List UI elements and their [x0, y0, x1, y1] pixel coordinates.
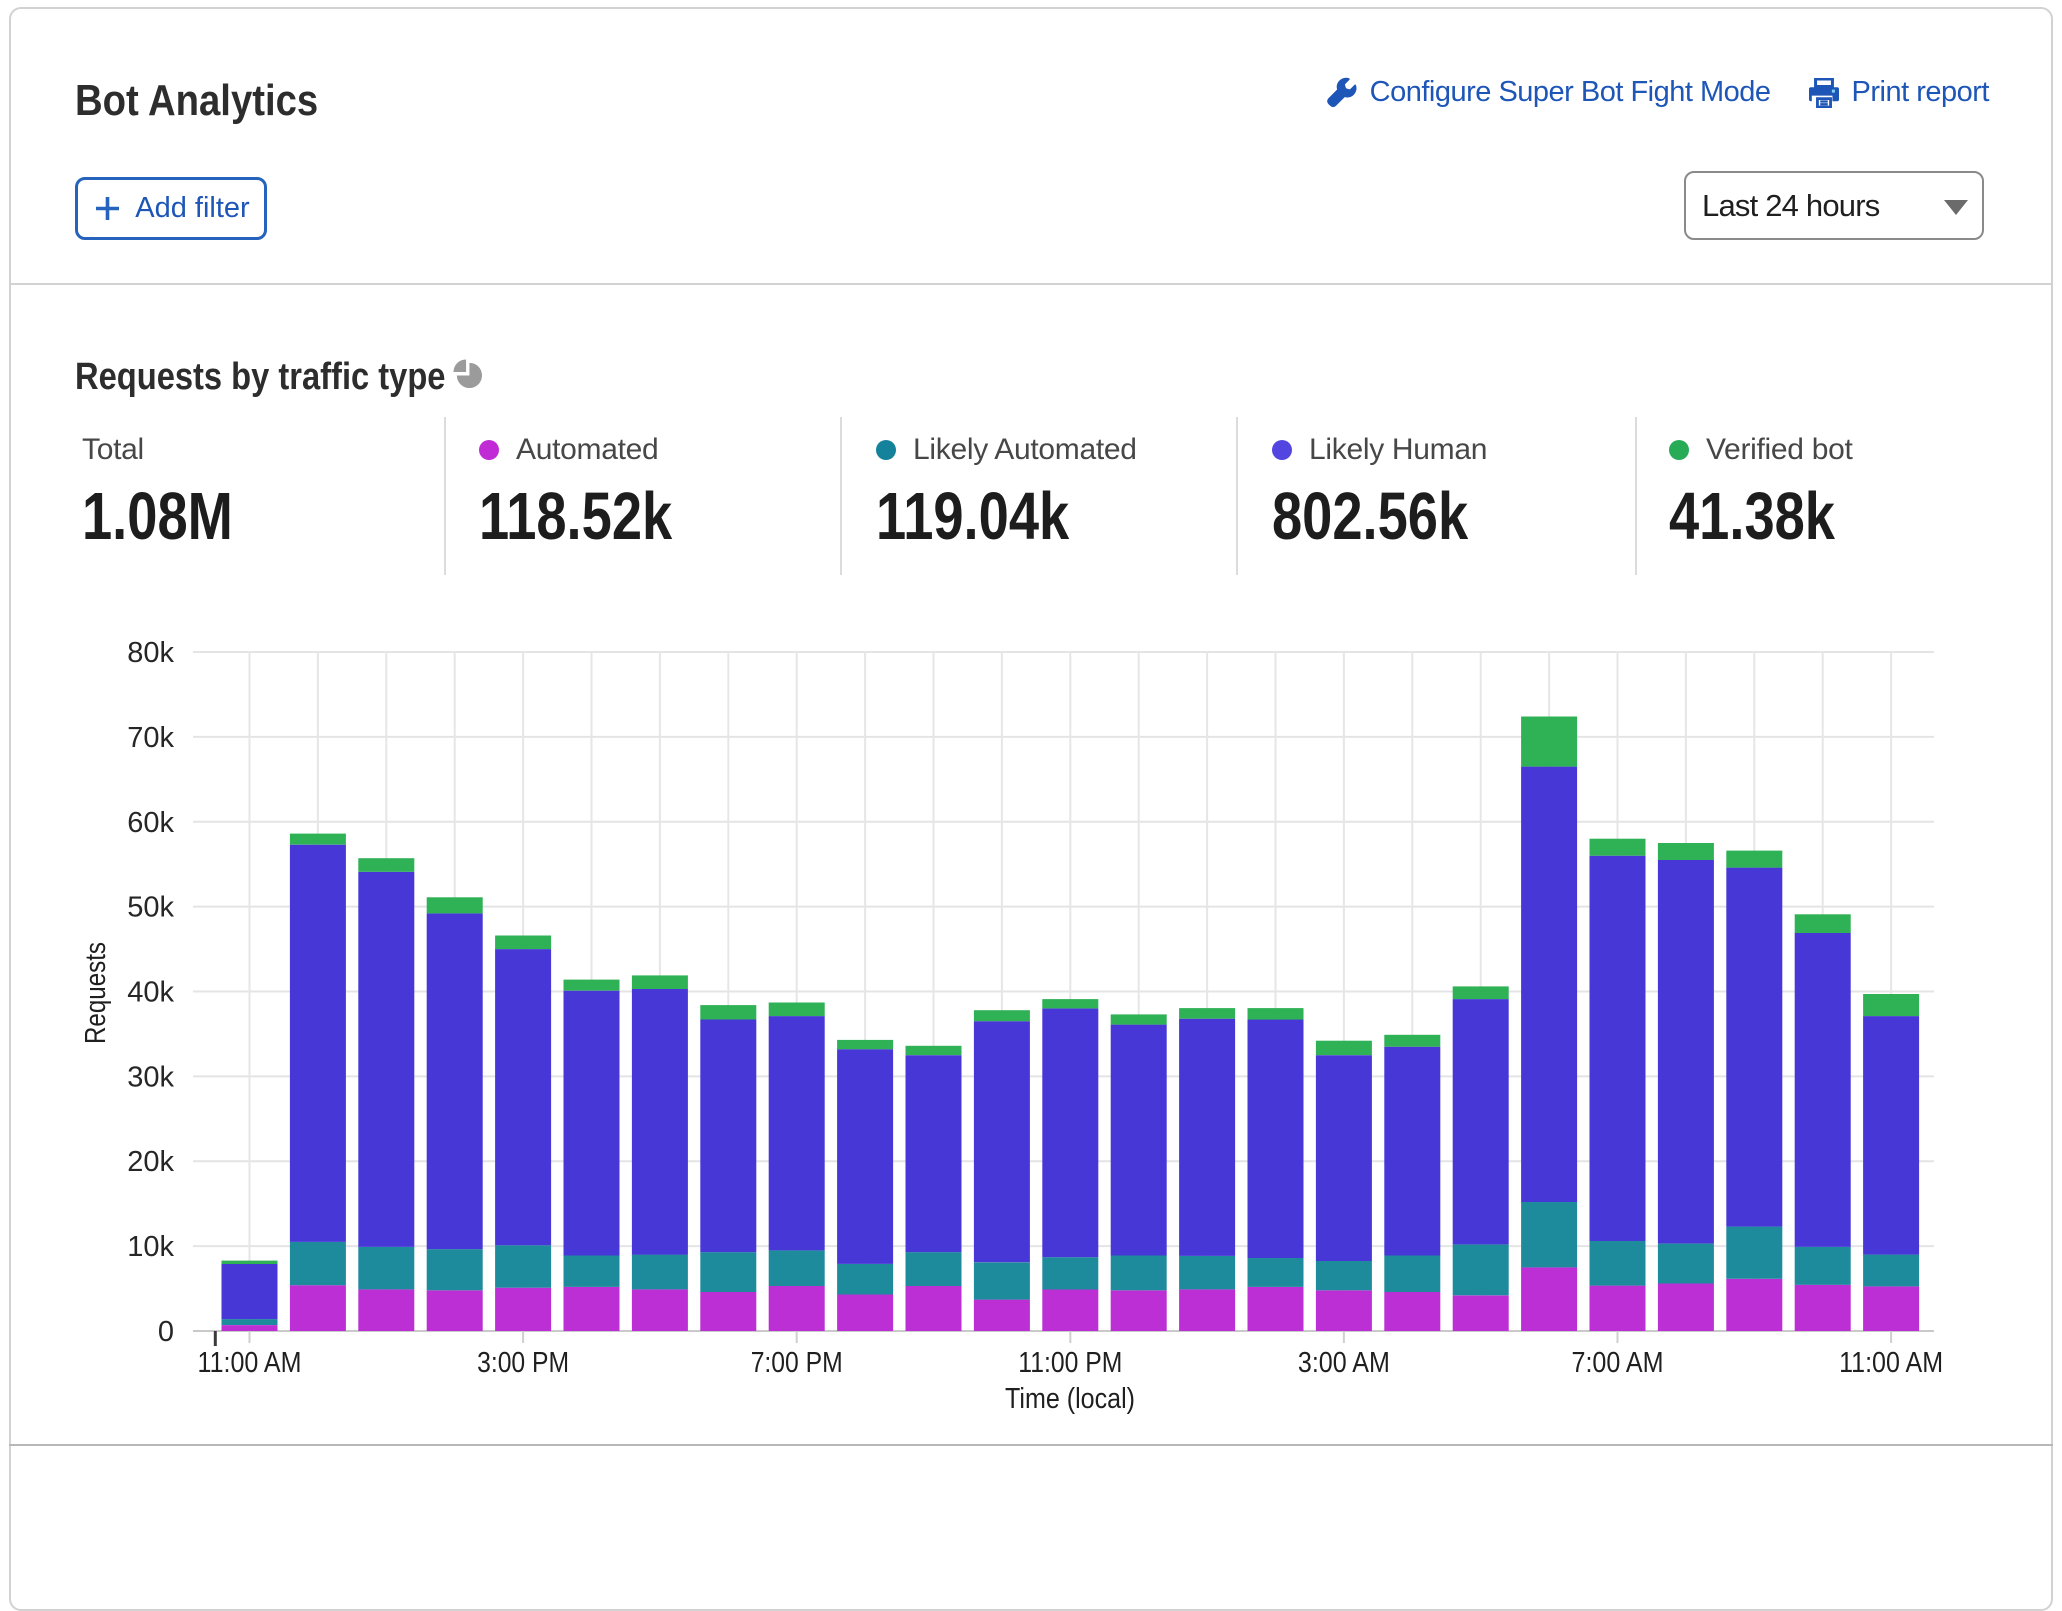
svg-text:Time (local): Time (local): [1005, 1383, 1135, 1415]
svg-text:40k: 40k: [127, 977, 174, 1009]
svg-text:10k: 10k: [127, 1231, 174, 1263]
svg-text:3:00 PM: 3:00 PM: [477, 1347, 569, 1379]
svg-text:30k: 30k: [127, 1061, 174, 1093]
svg-text:60k: 60k: [127, 807, 174, 839]
svg-text:80k: 80k: [127, 637, 174, 669]
svg-text:20k: 20k: [127, 1146, 174, 1178]
svg-text:11:00 AM: 11:00 AM: [1839, 1347, 1943, 1379]
svg-text:7:00 PM: 7:00 PM: [751, 1347, 843, 1379]
svg-text:0: 0: [158, 1316, 174, 1348]
svg-text:11:00 AM: 11:00 AM: [198, 1347, 302, 1379]
svg-text:Requests: Requests: [80, 942, 112, 1044]
svg-text:3:00 AM: 3:00 AM: [1298, 1347, 1390, 1379]
svg-text:11:00 PM: 11:00 PM: [1018, 1347, 1122, 1379]
svg-text:50k: 50k: [127, 892, 174, 924]
svg-text:7:00 AM: 7:00 AM: [1572, 1347, 1664, 1379]
svg-text:70k: 70k: [127, 722, 174, 754]
